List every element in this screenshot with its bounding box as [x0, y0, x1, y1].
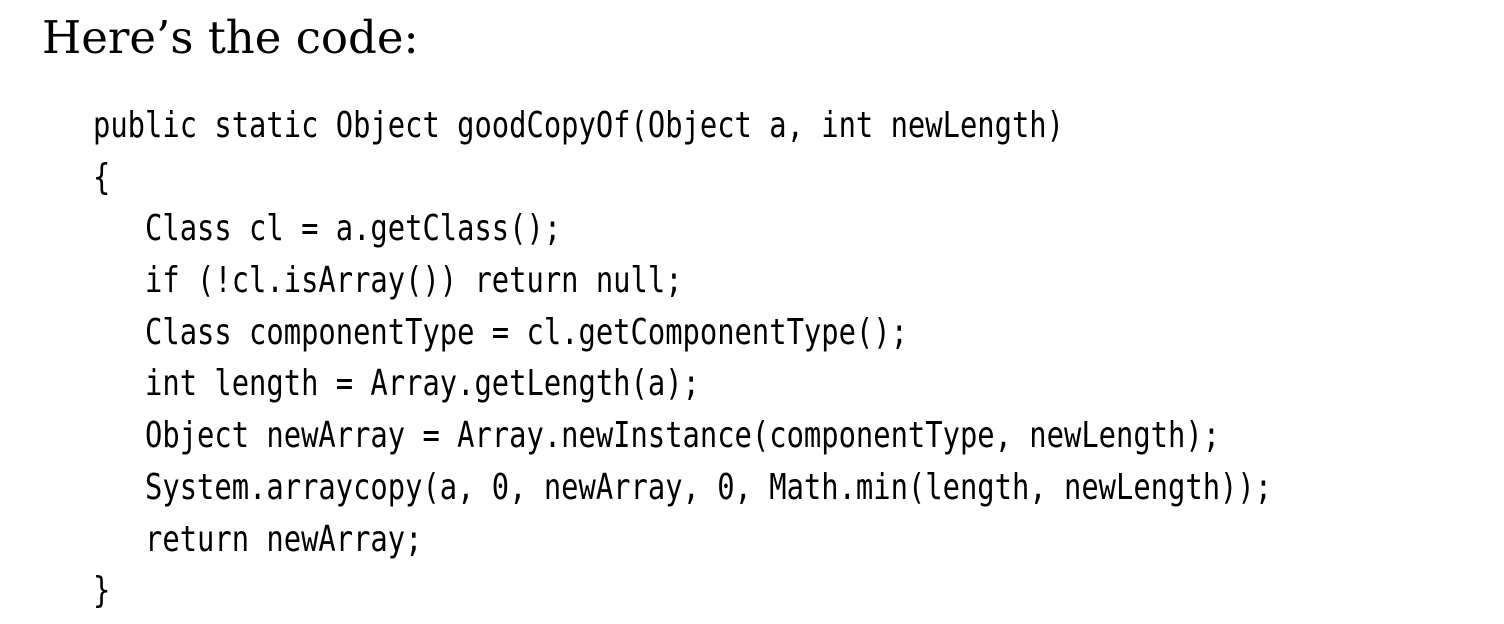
code-line: int length = Array.getLength(a); [93, 363, 700, 405]
code-line: return newArray; [93, 518, 423, 560]
code-line: System.arraycopy(a, 0, newArray, 0, Math… [93, 466, 1273, 508]
code-line: public static Object goodCopyOf(Object a… [93, 105, 1064, 146]
code-line: if (!cl.isArray()) return null; [93, 260, 683, 302]
code-line: Class componentType = cl.getComponentTyp… [93, 311, 908, 353]
code-line: Class cl = a.getClass(); [93, 208, 562, 250]
code-line: } [93, 570, 111, 612]
intro-text: Here’s the code: [42, 11, 419, 64]
code-block: public static Object goodCopyOf(Object a… [93, 100, 1272, 617]
code-line: Object newArray = Array.newInstance(comp… [93, 415, 1221, 457]
code-line: { [93, 156, 111, 198]
